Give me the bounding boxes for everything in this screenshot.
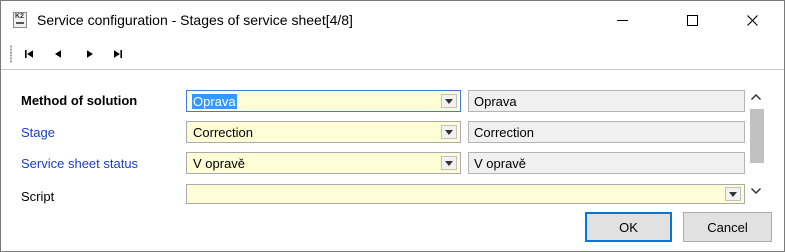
stage-description: Correction bbox=[468, 121, 745, 143]
dropdown-arrow-icon bbox=[445, 98, 453, 104]
next-record-icon bbox=[87, 50, 93, 58]
ok-button[interactable]: OK bbox=[585, 212, 672, 242]
service-sheet-status-combo[interactable]: V opravě bbox=[186, 152, 461, 174]
stage-dropdown-button[interactable] bbox=[441, 125, 457, 139]
last-record-button[interactable] bbox=[108, 46, 126, 62]
dropdown-arrow-icon bbox=[729, 191, 737, 197]
method-of-solution-description: Oprava bbox=[468, 90, 745, 112]
app-icon: K2 bbox=[13, 12, 27, 28]
next-record-button[interactable] bbox=[81, 46, 99, 62]
method-of-solution-label: Method of solution bbox=[21, 93, 138, 108]
method-of-solution-description-text: Oprava bbox=[474, 94, 517, 109]
maximize-button[interactable] bbox=[669, 1, 715, 39]
form-scrollbar[interactable] bbox=[747, 89, 765, 204]
window-title: Service configuration - Stages of servic… bbox=[37, 12, 353, 28]
service-sheet-status-description: V opravě bbox=[468, 152, 745, 174]
scroll-up-icon[interactable] bbox=[750, 93, 762, 101]
previous-record-icon bbox=[55, 50, 61, 58]
method-of-solution-value: Oprava bbox=[192, 94, 237, 109]
stage-description-text: Correction bbox=[474, 125, 534, 140]
previous-record-button[interactable] bbox=[49, 46, 67, 62]
dropdown-arrow-icon bbox=[445, 129, 453, 135]
script-label: Script bbox=[21, 189, 55, 204]
scrollbar-thumb[interactable] bbox=[750, 109, 764, 163]
method-of-solution-dropdown-button[interactable] bbox=[441, 94, 457, 108]
minimize-button[interactable] bbox=[599, 1, 645, 39]
script-dropdown-button[interactable] bbox=[725, 187, 741, 201]
method-of-solution-combo[interactable]: Oprava bbox=[186, 90, 461, 112]
first-record-button[interactable] bbox=[21, 46, 39, 62]
close-icon bbox=[746, 14, 758, 26]
stage-label[interactable]: Stage bbox=[21, 125, 55, 140]
close-button[interactable] bbox=[729, 1, 775, 39]
minimize-icon bbox=[616, 19, 628, 21]
toolbar-grip[interactable] bbox=[10, 45, 12, 63]
cancel-button[interactable]: Cancel bbox=[683, 212, 772, 242]
scroll-down-icon[interactable] bbox=[750, 187, 762, 195]
title-bar[interactable]: K2 Service configuration - Stages of ser… bbox=[1, 1, 784, 39]
service-sheet-status-value: V opravě bbox=[193, 156, 246, 171]
first-record-icon bbox=[25, 50, 33, 58]
dropdown-arrow-icon bbox=[445, 160, 453, 166]
service-sheet-status-dropdown-button[interactable] bbox=[441, 156, 457, 170]
service-sheet-status-description-text: V opravě bbox=[474, 156, 527, 171]
stage-combo[interactable]: Correction bbox=[186, 121, 461, 143]
app-icon-text: K2 bbox=[15, 13, 24, 20]
script-combo[interactable] bbox=[186, 184, 745, 204]
record-toolbar bbox=[1, 39, 784, 70]
maximize-icon bbox=[686, 14, 698, 26]
dialog-window: K2 Service configuration - Stages of ser… bbox=[0, 0, 785, 252]
service-sheet-status-label[interactable]: Service sheet status bbox=[21, 156, 138, 171]
stage-value: Correction bbox=[193, 125, 253, 140]
last-record-icon bbox=[114, 50, 122, 58]
